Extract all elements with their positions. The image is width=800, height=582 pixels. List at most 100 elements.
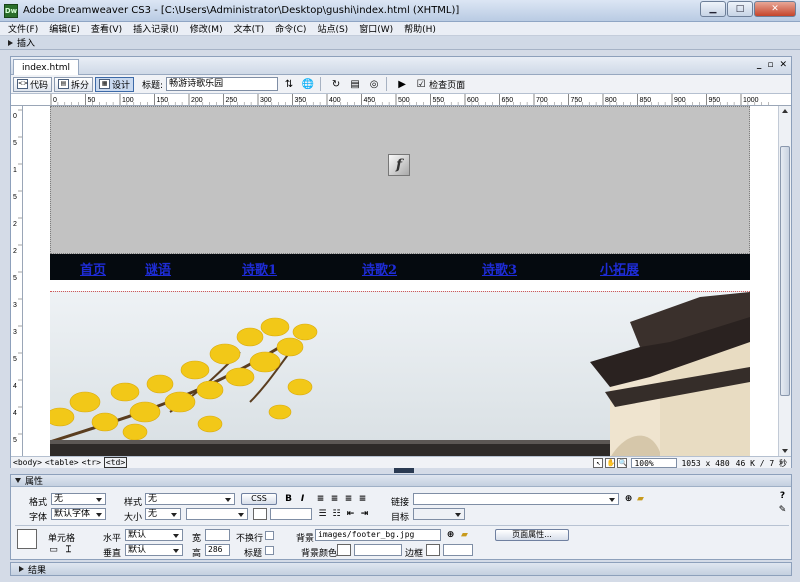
doc-minimize-icon[interactable]: _ xyxy=(757,60,762,70)
scroll-down-icon[interactable] xyxy=(782,449,788,453)
check-page-button[interactable]: 检查页面 xyxy=(429,78,465,91)
text-color-input[interactable] xyxy=(270,508,312,520)
results-panel-header[interactable]: 结果 xyxy=(10,562,792,576)
window-size-readout[interactable]: 1053 x 480 xyxy=(681,459,729,468)
split-view-button[interactable]: ▤ 拆分 xyxy=(54,76,94,92)
file-management-icon[interactable]: ⇅ xyxy=(281,77,297,91)
menu-commands[interactable]: 命令(C) xyxy=(275,22,306,35)
ruler-tick-label: 2 xyxy=(13,248,17,255)
menu-help[interactable]: 帮助(H) xyxy=(404,22,436,35)
tab-index-html[interactable]: index.html xyxy=(13,59,79,75)
doc-close-icon[interactable]: ✕ xyxy=(779,60,787,70)
check-page-icon[interactable]: ☑ xyxy=(413,77,429,91)
menu-window[interactable]: 窗口(W) xyxy=(359,22,393,35)
close-button[interactable]: ✕ xyxy=(754,1,796,17)
menu-view[interactable]: 查看(V) xyxy=(91,22,122,35)
font-select[interactable]: 默认字体 xyxy=(51,508,106,520)
bgcolor-input[interactable] xyxy=(354,544,402,556)
menu-insert-record[interactable]: 插入记录(I) xyxy=(133,22,179,35)
width-input[interactable] xyxy=(205,529,230,541)
horizontal-align-select[interactable]: 默认 xyxy=(125,529,183,541)
refresh-icon[interactable]: ↻ xyxy=(328,77,344,91)
nav-link-extension[interactable]: 小拓展 xyxy=(600,259,639,278)
select-tool-icon[interactable]: ↖ xyxy=(593,458,604,468)
target-select[interactable] xyxy=(413,508,465,520)
align-left-icon[interactable]: ≡ xyxy=(315,494,326,505)
vertical-align-select[interactable]: 默认 xyxy=(125,544,183,556)
page-title-input[interactable]: 畅游诗歌乐园 xyxy=(166,77,279,91)
vertical-scrollbar[interactable] xyxy=(778,106,791,456)
bg-point-to-file-icon[interactable]: ⊕ xyxy=(445,530,456,541)
tag-table[interactable]: <table> xyxy=(45,458,79,467)
border-color-swatch[interactable] xyxy=(426,544,440,556)
background-image-input[interactable]: images/footer_bg.jpg xyxy=(315,529,441,541)
align-right-icon[interactable]: ≡ xyxy=(343,494,354,505)
bgcolor-swatch[interactable] xyxy=(337,544,351,556)
menu-site[interactable]: 站点(S) xyxy=(317,22,348,35)
header-checkbox[interactable] xyxy=(265,546,274,555)
height-label: 高 xyxy=(192,549,202,559)
outdent-icon[interactable]: ⇤ xyxy=(345,509,356,520)
size-unit-select[interactable] xyxy=(186,508,248,520)
flash-banner-placeholder[interactable]: f xyxy=(50,106,750,254)
splitter-handle[interactable] xyxy=(394,468,414,473)
validate-markup-icon[interactable]: ▶ xyxy=(394,77,410,91)
hand-tool-icon[interactable]: ✋ xyxy=(605,458,616,468)
bold-button[interactable]: B xyxy=(283,494,294,505)
align-center-icon[interactable]: ≡ xyxy=(329,494,340,505)
zoom-tool-icon[interactable]: 🔍 xyxy=(617,458,628,468)
text-color-swatch[interactable] xyxy=(253,508,267,520)
format-select[interactable]: 无 xyxy=(51,493,106,505)
merge-cells-icon[interactable]: ▭ xyxy=(48,545,59,556)
tag-td[interactable]: <td> xyxy=(103,457,128,468)
menu-edit[interactable]: 编辑(E) xyxy=(49,22,80,35)
ruler-tick-label: 0 xyxy=(53,97,57,104)
visual-aids-icon[interactable]: ◎ xyxy=(366,77,382,91)
code-view-button[interactable]: <> 代码 xyxy=(13,76,53,92)
tag-body[interactable]: <body> xyxy=(13,458,42,467)
nav-link-poem-1[interactable]: 诗歌1 xyxy=(242,259,277,278)
browse-folder-icon[interactable]: ▰ xyxy=(635,494,646,505)
nav-link-poem-2[interactable]: 诗歌2 xyxy=(362,259,397,278)
size-label: 大小 xyxy=(124,513,143,523)
scrollbar-thumb[interactable] xyxy=(780,146,790,396)
ruler-tick-label: 950 xyxy=(709,97,721,104)
align-justify-icon[interactable]: ≡ xyxy=(357,494,368,505)
unordered-list-icon[interactable]: ☰ xyxy=(317,509,328,520)
maximize-button[interactable]: □ xyxy=(727,1,753,17)
nowrap-checkbox[interactable] xyxy=(265,531,274,540)
indent-icon[interactable]: ⇥ xyxy=(359,509,370,520)
nav-link-poem-3[interactable]: 诗歌3 xyxy=(482,259,517,278)
bg-browse-folder-icon[interactable]: ▰ xyxy=(459,530,470,541)
menu-text[interactable]: 文本(T) xyxy=(234,22,265,35)
tag-tr[interactable]: <tr> xyxy=(82,458,101,467)
style-select[interactable]: 无 xyxy=(145,493,235,505)
ordered-list-icon[interactable]: ☷ xyxy=(331,509,342,520)
design-canvas[interactable]: f 首页 谜语 诗歌1 诗歌2 诗歌3 小拓展 xyxy=(23,106,778,456)
size-select[interactable]: 无 xyxy=(145,508,181,520)
border-color-input[interactable] xyxy=(443,544,473,556)
minimize-button[interactable]: ▁ xyxy=(700,1,726,17)
insert-panel-header[interactable]: 插入 xyxy=(0,36,800,50)
zoom-select[interactable]: 100% xyxy=(631,458,678,468)
preview-in-browser-icon[interactable]: 🌐 xyxy=(300,77,316,91)
quick-tag-editor-icon[interactable]: ✎ xyxy=(777,505,788,516)
nav-link-home[interactable]: 首页 xyxy=(80,259,106,278)
properties-panel-header[interactable]: 属性 xyxy=(11,475,791,487)
split-cell-icon[interactable]: ⌶ xyxy=(63,545,74,556)
scroll-up-icon[interactable] xyxy=(782,109,788,113)
page-properties-button[interactable]: 页面属性... xyxy=(495,529,569,541)
css-button[interactable]: CSS xyxy=(241,493,277,505)
nav-link-riddles[interactable]: 谜语 xyxy=(145,259,171,278)
point-to-file-icon[interactable]: ⊕ xyxy=(623,494,634,505)
menu-file[interactable]: 文件(F) xyxy=(8,22,38,35)
link-input[interactable] xyxy=(413,493,619,505)
view-options-icon[interactable]: ▤ xyxy=(347,77,363,91)
height-input[interactable]: 286 xyxy=(205,544,230,556)
doc-restore-icon[interactable]: ▫ xyxy=(767,60,773,70)
help-icon[interactable]: ? xyxy=(777,491,788,502)
design-view-button[interactable]: ▦ 设计 xyxy=(95,76,135,92)
menu-modify[interactable]: 修改(M) xyxy=(190,22,223,35)
italic-button[interactable]: I xyxy=(297,494,308,505)
ruler-tick-label: 4 xyxy=(13,410,17,417)
